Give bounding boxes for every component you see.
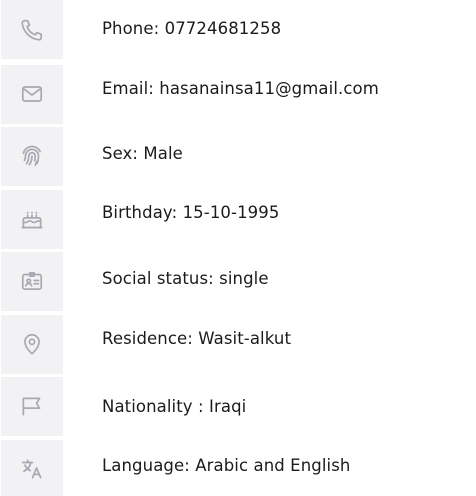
cake-icon-tile xyxy=(1,189,63,249)
phone-label: Phone: 07724681258 xyxy=(102,19,282,38)
detail-row-email: Email: hasanainsa11@gmail.com xyxy=(0,63,476,125)
mail-icon xyxy=(21,86,43,102)
detail-row-sex: Sex: Male xyxy=(0,125,476,187)
mail-icon-tile xyxy=(1,64,63,124)
phone-icon-tile xyxy=(1,0,63,59)
language-label: Language: Arabic and English xyxy=(102,456,351,475)
phone-icon xyxy=(21,19,43,41)
translate-icon xyxy=(21,459,42,479)
flag-icon-tile xyxy=(1,376,63,436)
fingerprint-icon-tile xyxy=(1,126,63,186)
translate-icon-tile xyxy=(1,439,63,496)
location-pin-icon xyxy=(24,333,40,355)
id-card-icon-tile xyxy=(1,251,63,311)
detail-row-residence: Residence: Wasit-alkut xyxy=(0,313,476,375)
detail-row-language: Language: Arabic and English xyxy=(0,438,476,496)
social-status-label: Social status: single xyxy=(102,269,269,288)
birthday-label: Birthday: 15-10-1995 xyxy=(102,203,280,222)
location-pin-icon-tile xyxy=(1,314,63,374)
detail-row-birthday: Birthday: 15-10-1995 xyxy=(0,188,476,250)
email-label: Email: hasanainsa11@gmail.com xyxy=(102,79,379,98)
detail-row-nationality: Nationality : Iraqi xyxy=(0,375,476,437)
profile-details-list: Phone: 07724681258 Email: hasanainsa11@g… xyxy=(0,0,476,496)
cake-icon xyxy=(21,211,43,229)
fingerprint-icon xyxy=(22,145,41,167)
residence-label: Residence: Wasit-alkut xyxy=(102,329,292,348)
sex-label: Sex: Male xyxy=(102,144,183,163)
detail-row-phone: Phone: 07724681258 xyxy=(0,0,476,62)
nationality-label: Nationality : Iraqi xyxy=(102,397,247,416)
flag-icon xyxy=(22,397,41,416)
detail-row-social-status: Social status: single xyxy=(0,250,476,312)
id-card-icon xyxy=(21,272,43,290)
